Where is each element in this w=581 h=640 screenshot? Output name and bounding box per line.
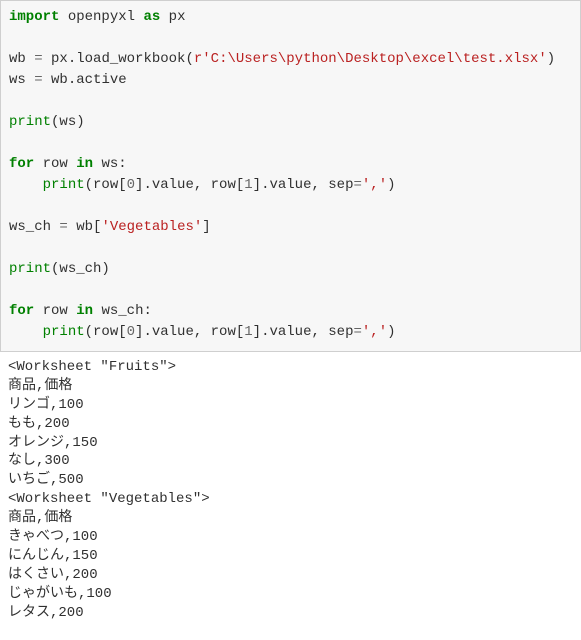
builtin-print: print [9,261,51,277]
output-line: もも,200 [8,416,70,432]
output-line: 商品,価格 [8,378,72,394]
alias-name: px [169,9,186,25]
code-text: ].value, sep [253,177,354,193]
keyword-in: in [76,156,93,172]
print-args: (ws) [51,114,85,130]
output-line: オレンジ,150 [8,435,98,451]
var-ws: ws [9,72,26,88]
iter-ws: ws: [101,156,126,172]
number-0: 0 [127,324,135,340]
code-block: import openpyxl as px wb = px.load_workb… [0,0,581,352]
code-text: ].value, sep [253,324,354,340]
output-line: いちご,500 [8,472,84,488]
operator-eq: = [354,324,362,340]
string-sep: ',' [362,177,387,193]
string-key: 'Vegetables' [101,219,202,235]
code-text: ].value, row[ [135,324,244,340]
number-0: 0 [127,177,135,193]
operator-eq: = [59,219,67,235]
call-load: px.load_workbook( [51,51,194,67]
builtin-print: print [43,324,85,340]
iter-wsch: ws_ch: [101,303,151,319]
output-line: はくさい,200 [8,567,98,583]
output-line: にんじん,150 [8,548,98,564]
var-row: row [43,303,68,319]
output-line: じゃがいも,100 [8,586,112,602]
keyword-import: import [9,9,59,25]
output-line: <Worksheet "Vegetables"> [8,491,210,507]
keyword-in: in [76,303,93,319]
operator-eq: = [354,177,362,193]
output-block: <Worksheet "Fruits"> 商品,価格 リンゴ,100 もも,20… [0,352,581,628]
builtin-print: print [9,114,51,130]
string-path: r'C:\Users\python\Desktop\excel\test.xls… [194,51,547,67]
operator-eq: = [34,51,42,67]
output-line: 商品,価格 [8,510,72,526]
var-row: row [43,156,68,172]
var-wsch: ws_ch [9,219,51,235]
operator-eq: = [34,72,42,88]
builtin-print: print [43,177,85,193]
module-name: openpyxl [68,9,135,25]
output-line: なし,300 [8,453,70,469]
output-line: <Worksheet "Fruits"> [8,359,176,375]
keyword-for: for [9,156,34,172]
code-text: (row[ [85,177,127,193]
var-wb: wb [9,51,26,67]
output-line: リンゴ,100 [8,397,84,413]
paren-close: ) [387,324,395,340]
keyword-for: for [9,303,34,319]
bracket-close: ] [202,219,210,235]
string-sep: ',' [362,324,387,340]
code-text: ].value, row[ [135,177,244,193]
keyword-as: as [143,9,160,25]
print-args: (ws_ch) [51,261,110,277]
code-text: (row[ [85,324,127,340]
paren-close: ) [547,51,555,67]
number-1: 1 [244,324,252,340]
expr-wb: wb[ [76,219,101,235]
paren-close: ) [387,177,395,193]
output-line: レタス,200 [8,605,84,621]
number-1: 1 [244,177,252,193]
expr-active: wb.active [51,72,127,88]
output-line: きゃべつ,100 [8,529,98,545]
